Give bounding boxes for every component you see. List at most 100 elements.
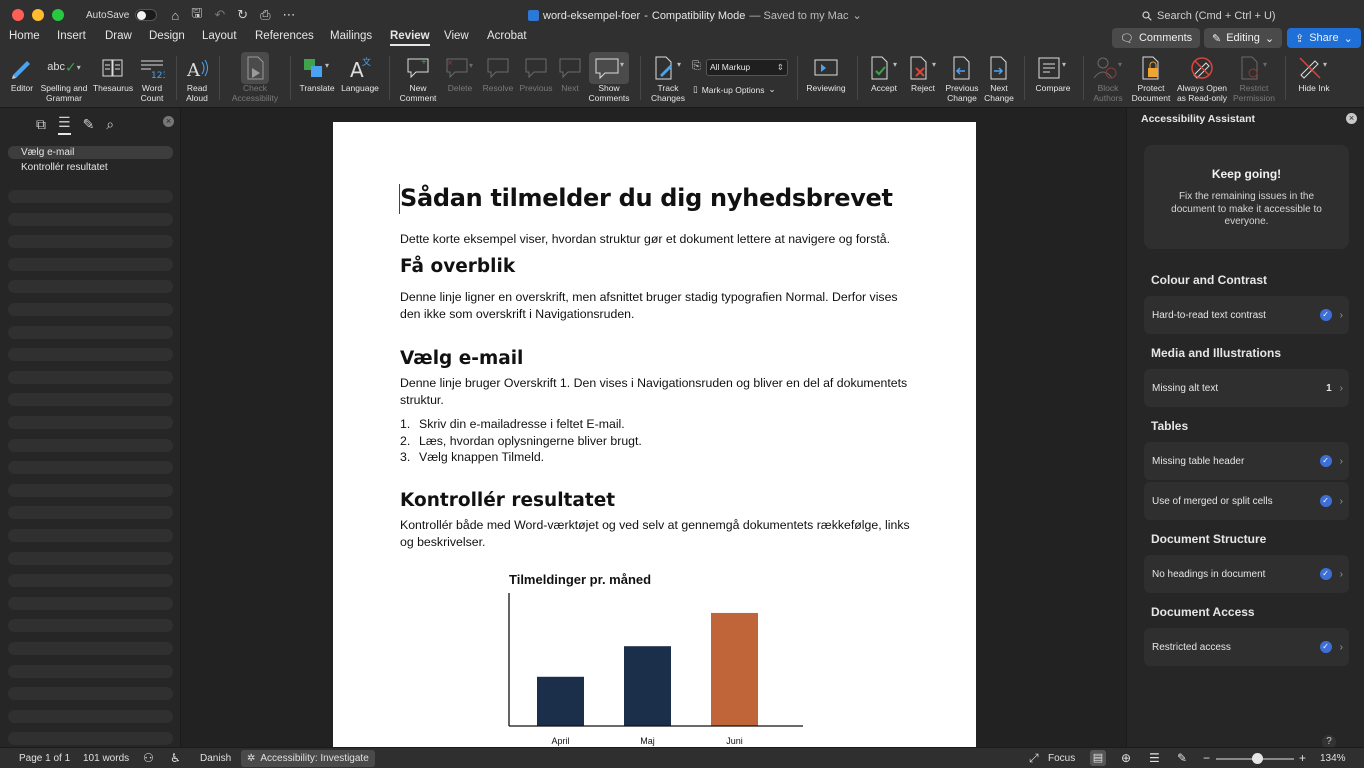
tab-view[interactable]: View — [444, 30, 469, 42]
language-status[interactable]: Danish — [200, 753, 231, 764]
word-count-button[interactable]: 123 Word Count — [137, 52, 167, 103]
page-count[interactable]: Page 1 of 1 — [19, 753, 70, 764]
focus-button[interactable]: Focus — [1048, 753, 1075, 764]
resolve-button[interactable]: Resolve — [481, 52, 515, 94]
reviewing-pane-button[interactable]: Reviewing — [804, 52, 848, 94]
zoom-in-button[interactable]: + — [1299, 751, 1306, 765]
save-icon[interactable]: 🖫 — [191, 4, 202, 26]
chart-bar[interactable] — [624, 646, 671, 726]
focus-icon[interactable]: ⤢ — [1029, 751, 1039, 766]
always-open-read-only-button[interactable]: Always Open as Read-only — [1175, 52, 1229, 103]
close-icon[interactable]: × — [1346, 113, 1357, 124]
draft-view-icon[interactable]: ✎ — [1177, 751, 1187, 765]
document-page[interactable]: Sådan tilmelder du dig nyhedsbrevet Dett… — [333, 122, 976, 747]
tab-references[interactable]: References — [255, 30, 314, 42]
redo-icon[interactable]: ↻ — [237, 7, 248, 23]
previous-comment-button[interactable]: Previous — [518, 52, 554, 94]
edit-icon[interactable]: ✎ — [83, 116, 95, 133]
document-title-heading[interactable]: Sådan tilmelder du dig nyhedsbrevet — [400, 184, 893, 212]
issue-row[interactable]: Restricted access ✓ › — [1144, 628, 1349, 666]
reject-button[interactable]: ▾ Reject — [905, 52, 941, 94]
zoom-level[interactable]: 134% — [1320, 753, 1346, 764]
tab-acrobat[interactable]: Acrobat — [487, 30, 527, 42]
paragraph-email[interactable]: Denne linje bruger Overskrift 1. Den vis… — [400, 375, 910, 409]
language-button[interactable]: A文 Language — [340, 52, 380, 94]
chart-bar[interactable] — [711, 612, 758, 726]
tab-design[interactable]: Design — [149, 30, 185, 42]
share-button[interactable]: ⇪ Share ⌄ — [1287, 28, 1361, 48]
document-canvas[interactable]: Sådan tilmelder du dig nyhedsbrevet Dett… — [181, 108, 1126, 747]
tab-layout[interactable]: Layout — [202, 30, 237, 42]
track-changes-button[interactable]: ▾ Track Changes — [648, 52, 688, 103]
tab-review[interactable]: Review — [390, 30, 430, 46]
issue-row[interactable]: Missing table header ✓ › — [1144, 442, 1349, 480]
read-aloud-button[interactable]: A Read Aloud — [184, 52, 210, 103]
outline-view-icon[interactable]: ☰ — [1149, 751, 1160, 765]
minimize-window-button[interactable] — [32, 9, 44, 21]
markup-display-select[interactable]: All Markup — [706, 59, 788, 76]
editing-button[interactable]: ✎ Editing ⌄ — [1204, 28, 1283, 48]
issue-row[interactable]: Use of merged or split cells ✓ › — [1144, 482, 1349, 520]
search-icon[interactable]: ⌕ — [106, 116, 114, 133]
comments-button[interactable]: 🗨 Comments — [1112, 28, 1201, 48]
protect-document-button[interactable]: Protect Document — [1130, 52, 1172, 103]
compare-button[interactable]: ▾ Compare — [1032, 52, 1074, 94]
bar-chart[interactable]: Tilmeldinger pr. måned April Maj Juni — [333, 562, 976, 747]
nav-item-vaelg-email[interactable]: Vælg e-mail — [8, 146, 173, 159]
zoom-out-button[interactable]: − — [1203, 751, 1210, 765]
home-icon[interactable]: ⌂ — [171, 8, 179, 23]
heading-faa-overblik[interactable]: Få overblik — [400, 256, 515, 277]
tab-mailings[interactable]: Mailings — [330, 30, 372, 42]
headings-list-icon[interactable]: ☰ — [58, 114, 71, 135]
list-item[interactable]: 1. Skriv din e-mailadresse i feltet E-mai… — [400, 416, 642, 433]
web-layout-icon[interactable]: ⊕ — [1121, 751, 1131, 765]
undo-icon[interactable]: ↶ — [214, 7, 225, 23]
issue-row[interactable]: Hard-to-read text contrast ✓ › — [1144, 296, 1349, 334]
issue-row[interactable]: Missing alt text 1 › — [1144, 369, 1349, 407]
heading-kontroller-resultatet[interactable]: Kontrollér resultatet — [400, 490, 615, 511]
paragraph-resultat[interactable]: Kontrollér både med Word-værktøjet og ve… — [400, 517, 910, 551]
tab-draw[interactable]: Draw — [105, 30, 132, 42]
autosave-toggle[interactable] — [135, 9, 158, 21]
tab-insert[interactable]: Insert — [57, 30, 86, 42]
restrict-permission-button[interactable]: ▾ Restrict Permission — [1232, 52, 1276, 103]
tab-home[interactable]: Home — [9, 30, 40, 42]
spelling-grammar-button[interactable]: abc ✓ ▾ Spelling and Grammar — [38, 52, 90, 103]
check-accessibility-button[interactable]: Check Accessibility — [229, 52, 281, 103]
close-icon[interactable]: × — [163, 116, 174, 127]
new-comment-button[interactable]: + New Comment — [398, 52, 438, 103]
list-item[interactable]: 3. Vælg knappen Tilmeld. — [400, 449, 642, 466]
print-icon[interactable]: ⎙ — [260, 7, 270, 23]
block-authors-button[interactable]: ▾ Block Authors — [1090, 52, 1126, 103]
nav-item-kontroller-resultatet[interactable]: Kontrollér resultatet — [8, 161, 173, 174]
issue-row[interactable]: No headings in document ✓ › — [1144, 555, 1349, 593]
show-comments-button[interactable]: ▾ Show Comments — [587, 52, 631, 103]
accessibility-status-icon[interactable]: ♿ — [170, 751, 181, 765]
word-count[interactable]: 101 words — [83, 753, 129, 764]
intro-paragraph[interactable]: Dette korte eksempel viser, hvordan stru… — [400, 231, 910, 248]
more-icon[interactable]: ⋯ — [283, 7, 296, 23]
thesaurus-button[interactable]: Thesaurus — [92, 52, 134, 94]
pages-icon[interactable]: ⧉ — [36, 116, 46, 133]
print-layout-icon[interactable]: ▤ — [1090, 750, 1106, 766]
previous-change-button[interactable]: Previous Change — [944, 52, 980, 103]
hide-ink-button[interactable]: ▾ Hide Ink — [1294, 52, 1334, 94]
next-comment-button[interactable]: Next — [557, 52, 583, 94]
zoom-slider-thumb[interactable] — [1252, 753, 1263, 764]
proofing-icon[interactable]: ⚇ — [143, 751, 154, 765]
paragraph-overblik[interactable]: Denne linje ligner en overskrift, men af… — [400, 289, 910, 323]
search-box[interactable]: Search (Cmd + Ctrl + U) — [1142, 10, 1276, 22]
next-change-button[interactable]: Next Change — [983, 52, 1015, 103]
markup-options-dropdown[interactable]: ▯ Mark-up Options ⌄ — [693, 84, 776, 95]
chevron-down-icon[interactable]: ⌄ — [852, 9, 861, 22]
accept-button[interactable]: ▾ Accept — [866, 52, 902, 94]
chart-bar[interactable] — [537, 676, 584, 726]
list-item[interactable]: 2. Læs, hvordan oplysningerne bliver brug… — [400, 433, 642, 450]
editor-button[interactable]: Editor — [8, 52, 36, 94]
heading-vaelg-email[interactable]: Vælg e-mail — [400, 348, 523, 369]
translate-button[interactable]: ▾ Translate — [298, 52, 336, 94]
zoom-window-button[interactable] — [52, 9, 64, 21]
delete-comment-button[interactable]: × ▾ Delete — [443, 52, 477, 94]
accessibility-investigate-button[interactable]: ✲ Accessibility: Investigate — [241, 750, 375, 767]
close-window-button[interactable] — [12, 9, 24, 21]
